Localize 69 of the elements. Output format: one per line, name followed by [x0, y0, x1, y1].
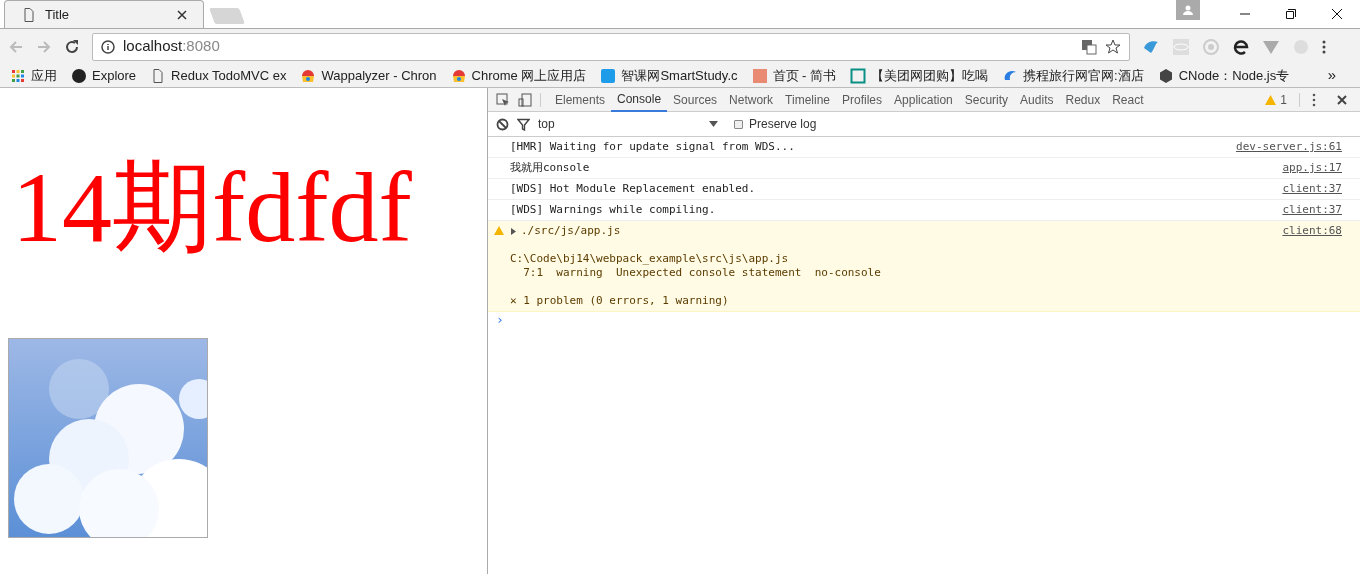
console-message: ✕ 1 problem (0 errors, 1 warning): [510, 294, 729, 308]
console-message: 7:1 warning Unexpected console statement no-console: [522, 266, 881, 280]
reload-icon[interactable]: [64, 38, 80, 55]
source-link[interactable]: client:37: [1282, 182, 1342, 196]
devtools-tab[interactable]: Network: [723, 87, 780, 112]
console-message: C:\Code\bj14\webpack_example\src\js\app.js: [510, 252, 789, 266]
warning-icon: [1265, 94, 1277, 105]
translate-icon[interactable]: [1081, 38, 1097, 55]
console-message: [WDS] Warnings while compiling.: [510, 203, 716, 217]
console-message: [WDS] Hot Module Replacement enabled.: [510, 182, 756, 196]
devtools-tab[interactable]: Profiles: [836, 87, 889, 112]
store-icon: [300, 67, 317, 84]
logo-icon: [751, 67, 768, 84]
bookmark[interactable]: 首页 - 简书: [751, 65, 837, 86]
bookmark[interactable]: 携程旅行网官网:酒店: [1002, 65, 1144, 86]
console-prompt[interactable]: ›: [488, 312, 1360, 328]
menu-icon[interactable]: [1322, 38, 1326, 55]
star-icon[interactable]: [1105, 38, 1121, 55]
browser-tab[interactable]: Title: [4, 0, 204, 28]
console-message: [HMR] Waiting for update signal from WDS...: [510, 140, 795, 154]
bookmark[interactable]: Wappalyzer - Chron: [300, 65, 437, 86]
console-message: 我就用console: [510, 161, 590, 175]
bookmark[interactable]: 智课网SmartStudy.c: [600, 65, 738, 86]
expand-icon[interactable]: [510, 227, 517, 235]
source-link[interactable]: app.js:17: [1282, 161, 1342, 175]
source-link[interactable]: client:37: [1282, 203, 1342, 217]
devtools-tab[interactable]: Security: [958, 87, 1015, 112]
bookmark[interactable]: Chrome 网上应用店: [450, 65, 587, 86]
bookmark[interactable]: 【美团网团购】吃喝: [850, 65, 989, 86]
grid-icon: [10, 67, 26, 84]
devtools-tab[interactable]: Timeline: [779, 87, 836, 112]
page-icon: [21, 6, 37, 23]
devtools-tab[interactable]: React: [1106, 87, 1150, 112]
source-link[interactable]: dev-server.js:61: [1236, 140, 1342, 154]
bookmark[interactable]: Explore: [71, 65, 137, 86]
devtools-tab[interactable]: Application: [888, 87, 959, 112]
more-icon[interactable]: [1312, 92, 1316, 107]
e-letter-icon[interactable]: [1232, 37, 1250, 56]
url-text: localhost:8080: [123, 36, 221, 57]
close-icon[interactable]: [177, 9, 187, 20]
filter-icon[interactable]: [517, 117, 530, 131]
tab-title: Title: [45, 5, 71, 24]
bookmark[interactable]: CNode：Node.js专: [1157, 65, 1290, 86]
devtools-tab[interactable]: Sources: [667, 87, 724, 112]
warning-count[interactable]: 1: [1280, 90, 1287, 109]
inspect-icon[interactable]: [496, 92, 510, 107]
dropdown-icon: [709, 121, 718, 127]
console-message: ./src/js/app.js: [521, 224, 621, 238]
hexagon-icon: [1157, 67, 1174, 84]
source-link[interactable]: client:68: [1282, 224, 1342, 308]
devtools-tab[interactable]: Elements: [549, 87, 612, 112]
bookmark[interactable]: Redux TodoMVC ex: [150, 65, 287, 86]
warning-icon: [494, 226, 504, 235]
more-bookmarks-button[interactable]: »: [1327, 64, 1336, 87]
devtools-tab[interactable]: Console: [611, 87, 668, 112]
clear-icon[interactable]: [496, 117, 509, 131]
logo-icon: [600, 67, 617, 84]
page-heading: 14期fdfdf: [12, 158, 413, 258]
preserve-log-checkbox[interactable]: Preserve log: [734, 115, 817, 133]
devtools-tab[interactable]: Audits: [1014, 87, 1060, 112]
context-select[interactable]: top: [538, 115, 718, 133]
info-icon[interactable]: [101, 39, 115, 54]
store-icon: [450, 67, 467, 84]
logo-icon: [850, 67, 867, 84]
address-bar[interactable]: localhost:8080: [92, 32, 1130, 61]
devtools-tab[interactable]: Redux: [1059, 87, 1107, 112]
close-icon[interactable]: [1336, 93, 1348, 106]
device-icon[interactable]: [518, 92, 532, 107]
bookmark[interactable]: 应用: [10, 65, 57, 86]
